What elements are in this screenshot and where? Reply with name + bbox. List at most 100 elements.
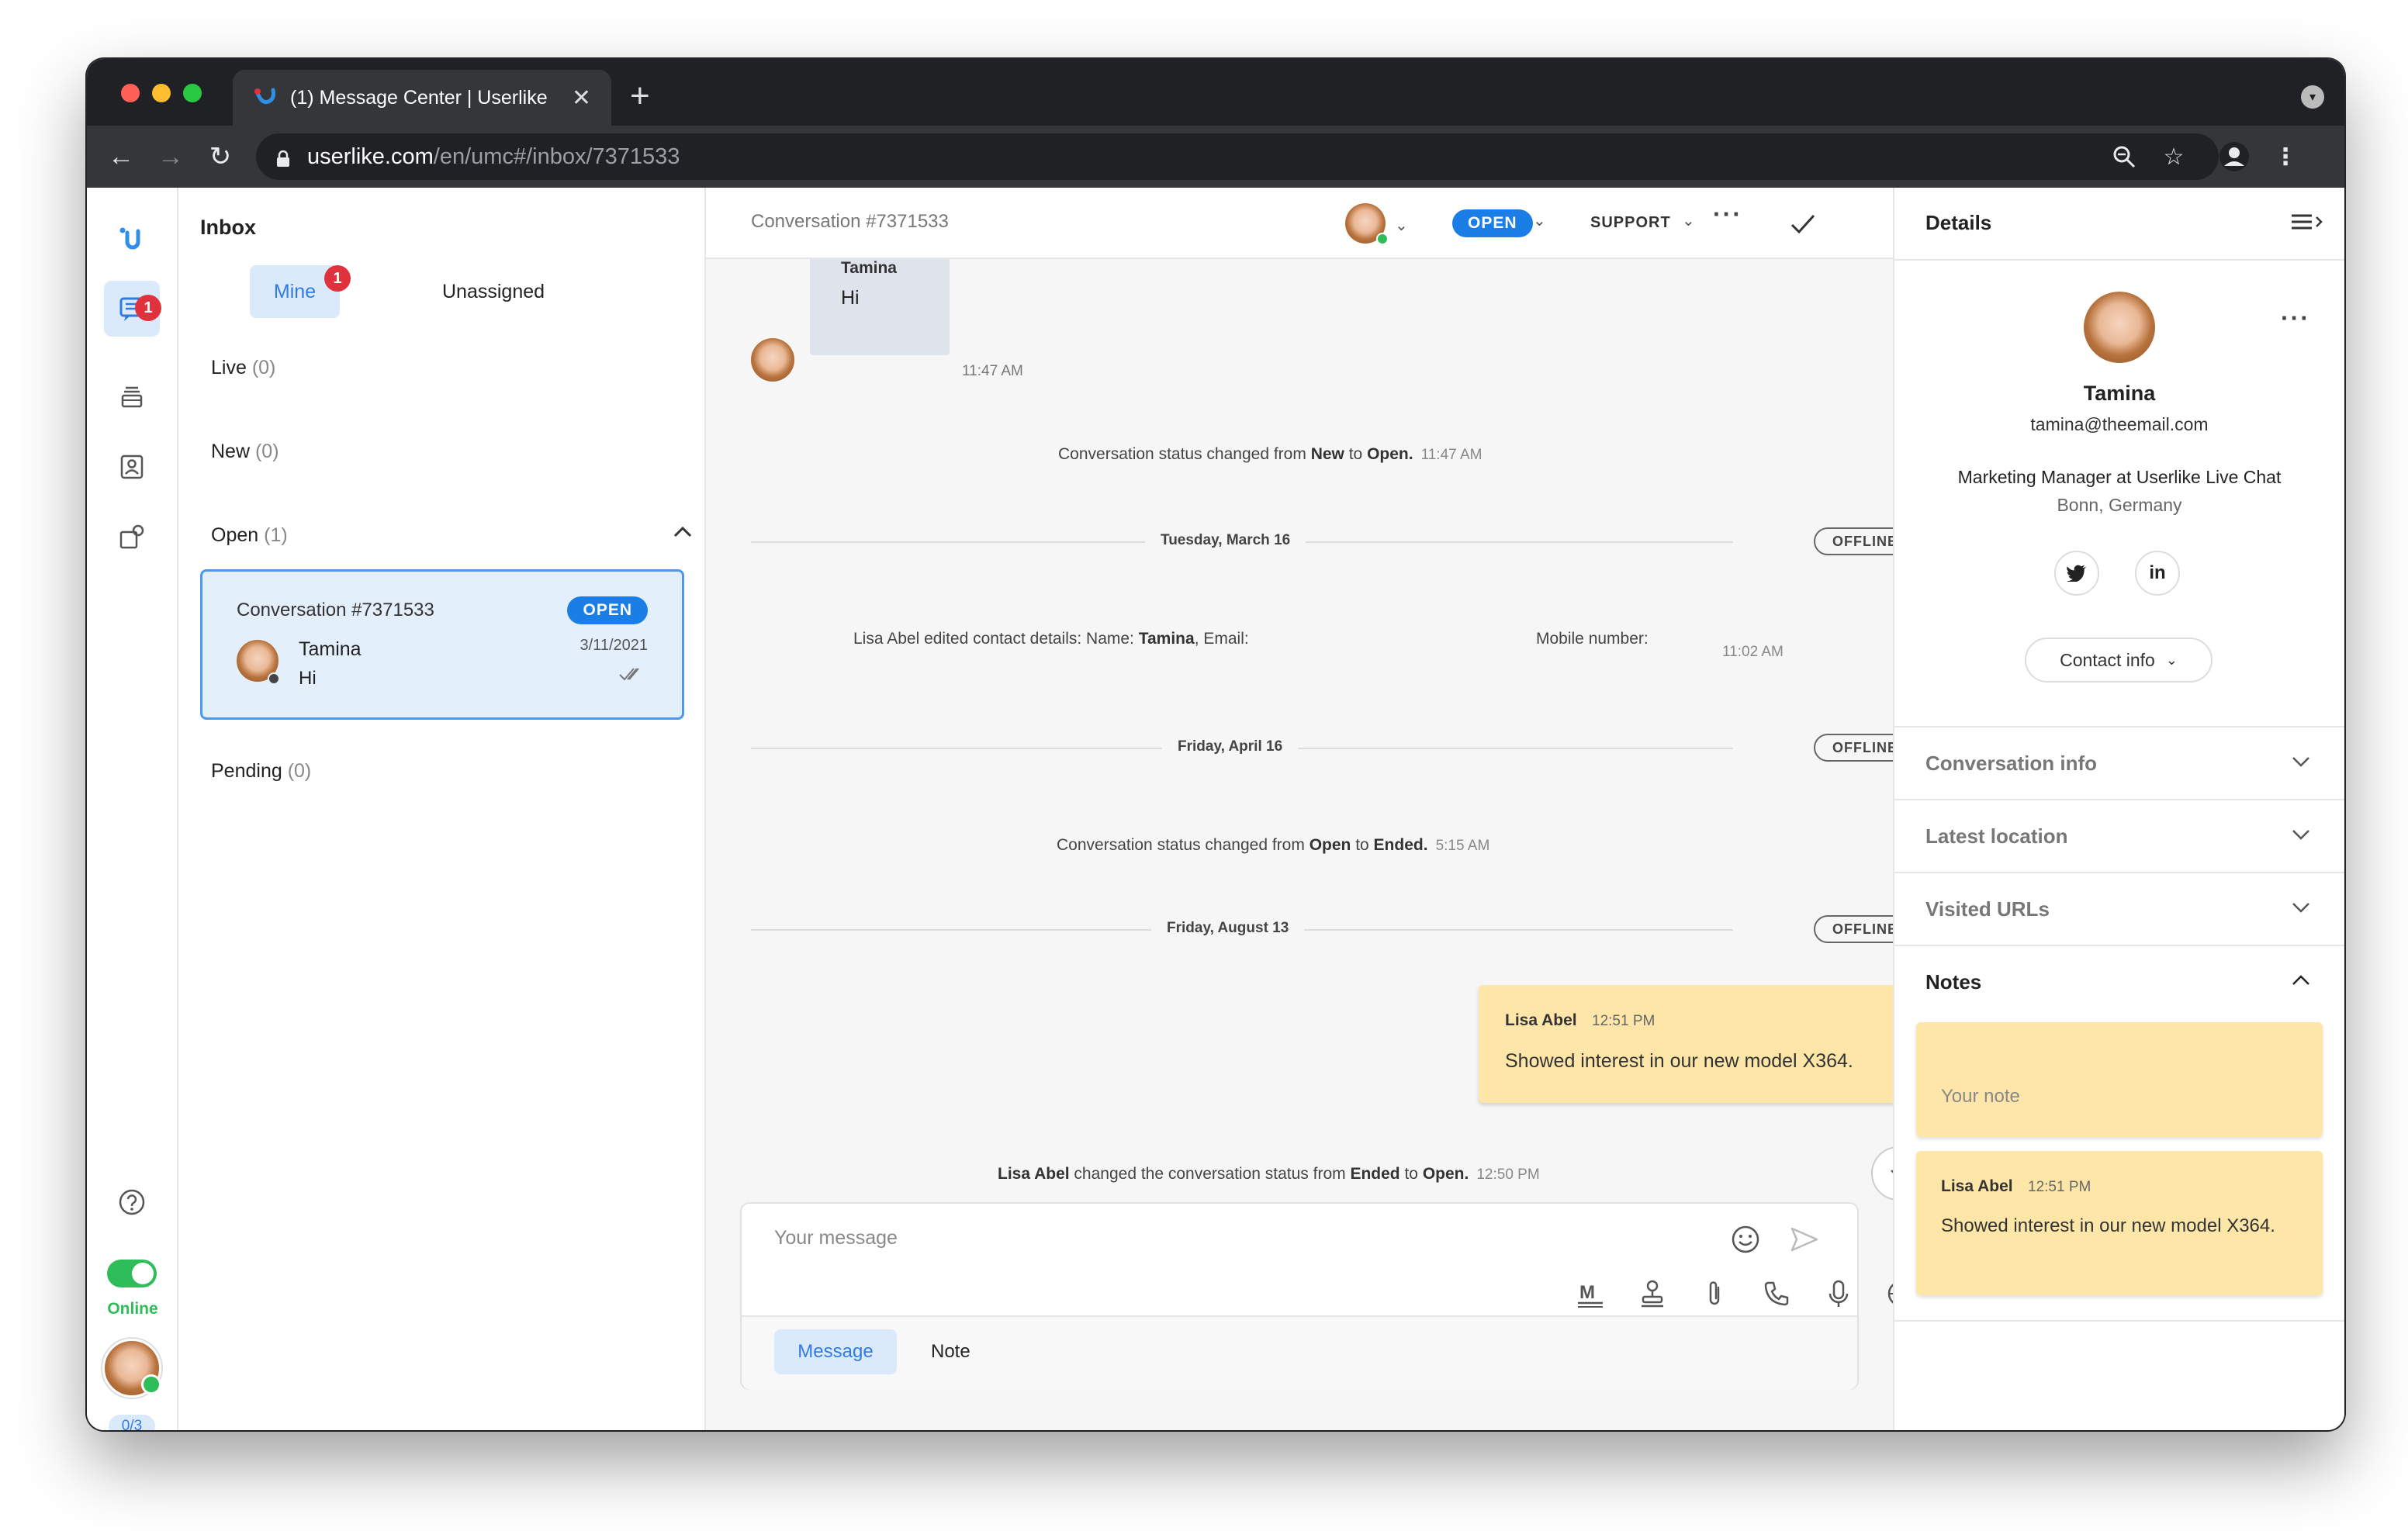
linkedin-button[interactable]: in <box>2135 551 2180 596</box>
note-input[interactable]: Your note <box>1916 1022 2323 1137</box>
minimize-window-button[interactable] <box>152 84 171 102</box>
contact-email: tamina@theemail.com <box>2030 414 2209 434</box>
maximize-window-button[interactable] <box>183 84 202 102</box>
chat-header: Conversation #7371533 ⌄ OPEN ⌄ SUPPORT ⌄… <box>706 188 1893 259</box>
contact-edit-time: 11:02 AM <box>1722 644 1784 660</box>
tab-unassigned[interactable]: Unassigned <box>442 265 545 318</box>
sys-actor: Lisa Abel <box>998 1165 1070 1183</box>
close-tab-icon[interactable]: ✕ <box>572 85 591 112</box>
assignee-chevron-down-icon[interactable]: ⌄ <box>1395 216 1408 235</box>
message-author: Tamina <box>841 259 897 277</box>
contact-info-label: Contact info <box>2060 649 2155 670</box>
microphone-icon[interactable] <box>1820 1275 1857 1312</box>
bookmark-star-icon[interactable]: ☆ <box>2155 138 2192 175</box>
note-author: Lisa Abel <box>1505 1011 1577 1029</box>
send-icon[interactable] <box>1787 1222 1822 1256</box>
browser-tab[interactable]: (1) Message Center | Userlike ✕ <box>233 70 611 126</box>
section-notes[interactable]: Notes <box>1894 945 2344 1018</box>
userlike-logo-icon <box>119 227 140 250</box>
address-bar[interactable]: userlike.com/en/umc#/inbox/7371533 <box>256 133 2219 180</box>
status-chevron-down-icon[interactable]: ⌄ <box>1533 211 1546 230</box>
tab-search-icon[interactable]: ▾ <box>2301 85 2324 109</box>
group-dropdown[interactable]: SUPPORT <box>1590 214 1671 232</box>
sys-from: New <box>1310 445 1344 463</box>
message-text: Hi <box>841 287 860 309</box>
browser-menu-icon[interactable]: ⋮ <box>2267 138 2304 175</box>
reload-icon[interactable]: ↻ <box>202 138 239 175</box>
collapse-open-icon[interactable] <box>670 520 695 544</box>
url-path: /en/umc#/inbox/7371533 <box>433 143 680 169</box>
contact-edit-message: Lisa Abel edited contact details: Name: … <box>853 630 1249 648</box>
sidebar-item-contacts[interactable] <box>104 439 160 495</box>
paperclip-icon[interactable] <box>1696 1275 1733 1312</box>
section-latest-location[interactable]: Latest location <box>1894 799 2344 872</box>
url-host: userlike.com <box>307 143 434 169</box>
help-icon <box>119 1189 145 1215</box>
section-label: Notes <box>1925 969 1982 994</box>
sys-text: changed the conversation status from <box>1069 1165 1351 1183</box>
section-label: Visited URLs <box>1925 897 2050 921</box>
section-new[interactable]: New (0) <box>211 441 279 463</box>
new-tab-button[interactable]: + <box>630 76 650 116</box>
tab-title: (1) Message Center | Userlike <box>290 86 548 109</box>
stamp-icon[interactable] <box>1634 1275 1671 1312</box>
emoji-icon[interactable] <box>1728 1222 1763 1256</box>
zoom-icon[interactable] <box>2105 138 2143 175</box>
sidebar-item-archive[interactable] <box>104 369 160 425</box>
system-message: Conversation status changed from New to … <box>1058 445 1482 464</box>
composer-tab-note[interactable]: Note <box>931 1329 970 1374</box>
phone-icon[interactable] <box>1758 1275 1795 1312</box>
contact-more-icon[interactable]: ··· <box>2281 304 2310 333</box>
lock-icon <box>276 148 290 167</box>
contact-info-button[interactable]: Contact info ⌄ <box>2025 638 2213 683</box>
chat-unread-badge: 1 <box>135 295 161 321</box>
twitter-icon <box>2067 565 2086 582</box>
contact-message-bubble: Tamina Hi <box>810 259 950 355</box>
conversation-card[interactable]: Conversation #7371533 OPEN Tamina Hi 3/1… <box>200 569 684 720</box>
section-open[interactable]: Open (1) <box>211 524 288 547</box>
notes-bottom-divider <box>1894 1320 2344 1322</box>
chat-panel: Conversation #7371533 ⌄ OPEN ⌄ SUPPORT ⌄… <box>706 188 1956 1430</box>
markdown-icon[interactable]: M <box>1572 1275 1609 1312</box>
twitter-button[interactable] <box>2054 551 2099 596</box>
collapse-panel-icon[interactable] <box>2290 211 2324 234</box>
close-window-button[interactable] <box>121 84 140 102</box>
back-icon[interactable]: ← <box>102 138 140 175</box>
section-count: (0) <box>287 760 312 782</box>
chat-more-icon[interactable]: ··· <box>1713 200 1742 229</box>
status-label: Online <box>107 1300 158 1318</box>
resolve-checkmark-icon[interactable] <box>1787 208 1818 239</box>
userlike-logo[interactable] <box>104 211 160 267</box>
online-toggle[interactable] <box>107 1260 157 1287</box>
note-bubble: Lisa Abel 12:51 PM Showed interest in ou… <box>1479 985 1919 1103</box>
sys-text: Lisa Abel edited contact details: Name: <box>853 630 1139 648</box>
note-time: 12:51 PM <box>1592 1013 1656 1029</box>
section-label: New <box>211 441 251 462</box>
section-live[interactable]: Live (0) <box>211 357 275 379</box>
details-panel: Details ··· Tamina tamina@theemail.com M… <box>1893 188 2344 1430</box>
group-chevron-down-icon[interactable]: ⌄ <box>1682 211 1695 230</box>
sidebar-item-integrations[interactable] <box>104 509 160 565</box>
sys-text: to <box>1344 445 1368 463</box>
sys-to: Open. <box>1367 445 1413 463</box>
chevron-up-icon <box>2292 975 2309 985</box>
forward-icon[interactable]: → <box>152 138 189 175</box>
mine-badge: 1 <box>324 265 351 292</box>
contact-message-avatar <box>751 338 794 382</box>
composer-tab-message[interactable]: Message <box>774 1329 897 1374</box>
toggle-knob <box>132 1263 154 1284</box>
date-label: Friday, August 13 <box>1151 920 1305 937</box>
note-item: Lisa Abel 12:51 PM Showed interest in ou… <box>1916 1151 2323 1295</box>
section-count: (0) <box>254 441 279 462</box>
conversation-date: 3/11/2021 <box>580 637 649 654</box>
message-input[interactable]: Your message <box>774 1227 1705 1274</box>
stack-icon <box>121 386 143 408</box>
section-pending[interactable]: Pending (0) <box>211 760 311 783</box>
chevron-down-icon <box>2292 903 2309 913</box>
chat-status-dropdown[interactable]: OPEN <box>1452 209 1533 237</box>
sidebar-item-help[interactable] <box>104 1174 160 1230</box>
profile-icon[interactable] <box>2216 138 2253 175</box>
contact-job: Marketing Manager at Userlike Live Chat <box>1957 467 2282 487</box>
section-conversation-info[interactable]: Conversation info <box>1894 726 2344 799</box>
section-visited-urls[interactable]: Visited URLs <box>1894 872 2344 945</box>
